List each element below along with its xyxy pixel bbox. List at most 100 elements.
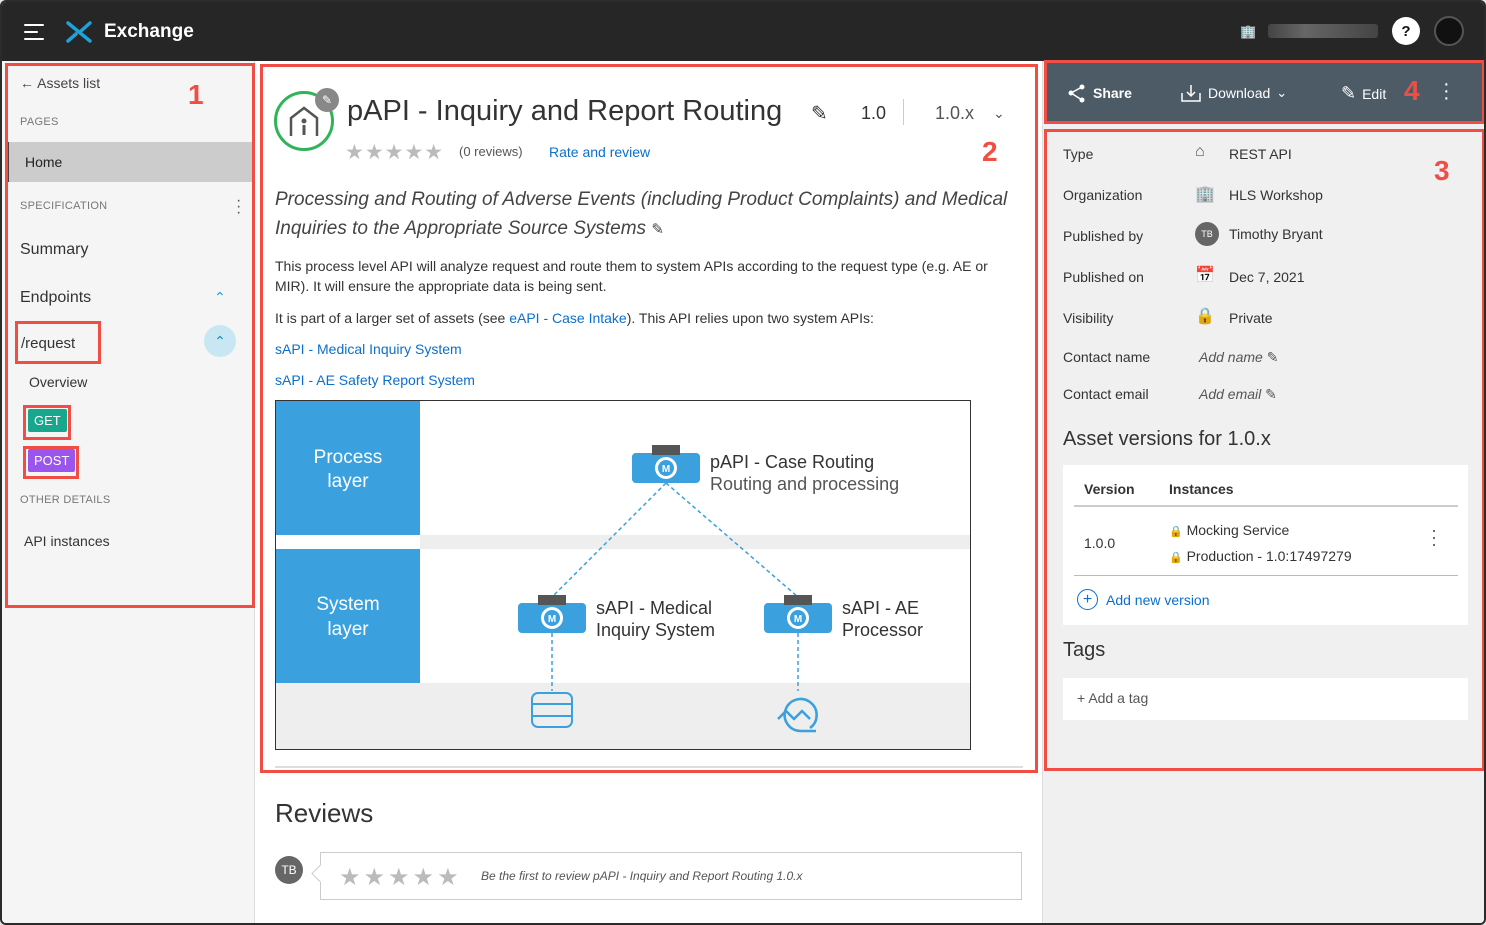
review-placeholder: Be the first to review pAPI - Inquiry an… (481, 869, 803, 883)
published-on-value: Dec 7, 2021 (1229, 269, 1305, 285)
download-button[interactable]: Download ⌄ (1180, 83, 1287, 103)
get-method-badge[interactable]: GET (28, 409, 67, 432)
organization-label: Organization (1063, 187, 1143, 203)
description-paragraph-2: It is part of a larger set of assets (se… (275, 310, 874, 326)
sidebar-item-overview[interactable]: Overview (29, 374, 87, 390)
plus-circle-icon: + (1077, 589, 1098, 610)
contact-email-value[interactable]: Add email ✎ (1199, 386, 1277, 403)
annotation-number-2: 2 (982, 136, 998, 167)
chevron-up-circle-icon[interactable]: ⌃ (204, 325, 236, 357)
svg-text:M: M (794, 614, 802, 625)
sapi1-node-title-2: Inquiry System (596, 620, 715, 640)
share-button[interactable]: Share (1067, 83, 1132, 103)
edit-title-pencil-icon[interactable]: ✎ (811, 101, 828, 126)
lock-icon: 🔒 (1195, 308, 1215, 325)
sidebar-item-summary[interactable]: Summary (20, 241, 88, 259)
pencil-icon: ✎ (1265, 386, 1277, 402)
sapi2-node-title-2: Processor (842, 620, 923, 640)
assets-list-link[interactable]: ← Assets list (20, 75, 100, 91)
contact-name-label: Contact name (1063, 349, 1151, 365)
instance-item[interactable]: 🔒 Mocking Service (1169, 522, 1289, 538)
share-icon (1068, 84, 1085, 103)
pages-section-label: PAGES (20, 116, 59, 128)
asset-icon[interactable]: ✎ (274, 88, 339, 151)
published-by-value[interactable]: Timothy Bryant (1229, 226, 1323, 242)
specification-section-label: SPECIFICATION (20, 200, 108, 212)
version-separator (903, 99, 904, 125)
reviews-heading: Reviews (275, 798, 374, 828)
sapi1-node-icon: M (518, 595, 586, 633)
chevron-down-icon[interactable]: ⌄ (993, 105, 1005, 122)
kebab-menu-icon[interactable]: · · · (236, 193, 241, 221)
sidebar-item-request[interactable]: /request (21, 335, 75, 352)
visibility-label: Visibility (1063, 310, 1114, 326)
layer-gap-band (420, 535, 970, 549)
more-options-icon[interactable]: · · · (1443, 74, 1450, 108)
sidebar-item-endpoints[interactable]: Endpoints (20, 289, 91, 307)
redacted-username[interactable] (1268, 24, 1378, 38)
sidebar-item-api-instances[interactable]: API instances (24, 533, 110, 549)
main-content: ✎ pAPI - Inquiry and Report Routing ✎ 1.… (255, 61, 1041, 923)
building-icon: 🏢 (1195, 186, 1215, 203)
right-details-panel: Share Download ⌄ ✎ Edit · · · Type ⌂ REST … (1042, 61, 1484, 923)
rate-and-review-link[interactable]: Rate and review (549, 144, 650, 160)
annotation-number-3: 3 (1434, 155, 1450, 186)
edit-description-pencil-icon[interactable]: ✎ (651, 221, 664, 238)
process-layer-label-2: layer (327, 471, 369, 492)
type-label: Type (1063, 146, 1094, 162)
sidebar-item-home[interactable]: Home (6, 142, 252, 182)
add-new-version-button[interactable]: + Add new version (1077, 589, 1210, 610)
user-avatar[interactable] (1434, 16, 1464, 46)
architecture-diagram-svg: Process layer System layer M pAPI - Case (276, 401, 970, 749)
description-paragraph-1: This process level API will analyze requ… (275, 258, 988, 294)
tags-heading: Tags (1063, 639, 1106, 661)
lock-icon: 🔒 (1169, 526, 1183, 538)
app-window: Exchange 🏢 ? ← Assets list PAGES Home SP… (0, 0, 1486, 925)
download-icon (1181, 85, 1201, 102)
hamburger-menu-icon[interactable] (24, 24, 44, 40)
published-by-label: Published by (1063, 228, 1144, 244)
chevron-up-icon[interactable]: ⌃ (214, 289, 226, 306)
edit-button[interactable]: ✎ Edit (1341, 83, 1386, 104)
published-on-label: Published on (1063, 269, 1144, 285)
organization-icon[interactable]: 🏢 (1240, 24, 1256, 39)
eapi-case-intake-link[interactable]: eAPI - Case Intake (509, 310, 627, 326)
content-divider (275, 766, 1023, 768)
process-layer-block (276, 401, 420, 535)
svg-text:M: M (548, 614, 556, 625)
app-title: Exchange (104, 21, 194, 42)
sapi-ae-safety-link[interactable]: sAPI - AE Safety Report System (275, 370, 1023, 390)
row-kebab-menu-icon[interactable]: · · · (1431, 521, 1437, 553)
edit-icon-pencil-icon[interactable]: ✎ (315, 88, 339, 112)
version-select[interactable]: 1.0.x (935, 103, 974, 124)
add-tag-input[interactable]: + Add a tag (1063, 678, 1468, 720)
papi-node-icon: M (632, 445, 700, 483)
system-layer-block (276, 549, 420, 683)
contact-name-value[interactable]: Add name ✎ (1199, 349, 1278, 366)
review-input-box[interactable]: ★★★★★ Be the first to review pAPI - Inqu… (320, 852, 1022, 900)
sapi-medical-inquiry-link[interactable]: sAPI - Medical Inquiry System (275, 339, 1023, 359)
asset-versions-heading: Asset versions for 1.0.x (1063, 428, 1271, 450)
organization-value: HLS Workshop (1229, 187, 1323, 203)
review-star-rating[interactable]: ★★★★★ (339, 863, 462, 892)
table-header-divider (1074, 505, 1458, 507)
backend-band (276, 683, 970, 749)
instance-item[interactable]: 🔒 Production - 1.0:17497279 (1169, 548, 1352, 564)
type-value: REST API (1229, 146, 1292, 162)
user-area: 🏢 ? (1240, 16, 1464, 46)
help-button[interactable]: ? (1392, 17, 1420, 45)
system-layer-label-1: System (316, 594, 379, 615)
version-cell: 1.0.0 (1084, 535, 1116, 551)
annotation-number-1: 1 (188, 79, 204, 110)
left-sidebar: ← Assets list PAGES Home SPECIFICATION ·… (2, 61, 255, 923)
papi-node-title: pAPI - Case Routing (710, 452, 874, 472)
papi-node-subtitle: Routing and processing (710, 474, 899, 494)
post-method-badge[interactable]: POST (28, 449, 76, 472)
pencil-icon: ✎ (1341, 83, 1357, 103)
asset-version: 1.0 (861, 103, 887, 123)
annotation-number-4: 4 (1404, 75, 1420, 106)
reviewer-avatar: TB (275, 856, 303, 884)
asset-description: Processing and Routing of Adverse Events… (275, 189, 1008, 239)
sapi2-node-title-1: sAPI - AE (842, 598, 919, 618)
chevron-down-icon: ⌄ (1276, 85, 1288, 100)
